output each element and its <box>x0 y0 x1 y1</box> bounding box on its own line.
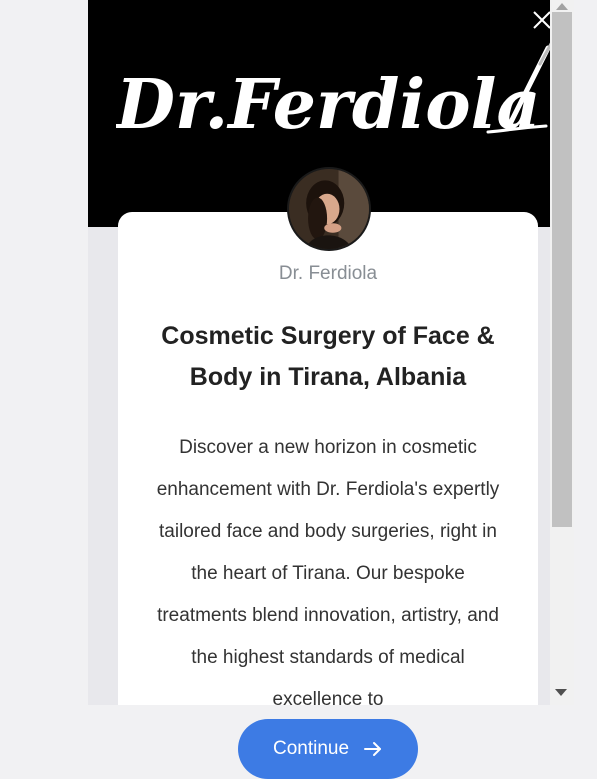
logo: Dr.Ferdiola <box>116 42 550 145</box>
svg-text:Dr.Ferdiola: Dr.Ferdiola <box>116 65 541 145</box>
arrow-right-icon <box>364 742 382 756</box>
doctor-name: Dr. Ferdiola <box>278 263 378 284</box>
continue-button[interactable]: Continue <box>238 719 418 779</box>
intro-card: Dr. Ferdiola Cosmetic Surgery of Face & … <box>118 212 538 752</box>
avatar <box>287 167 371 251</box>
continue-label: Continue <box>272 738 350 759</box>
scroll-down-arrow-icon[interactable] <box>550 684 574 702</box>
page-title: Cosmetic Surgery of Face & Body in Tiran… <box>161 322 495 391</box>
scrollbar-thumb[interactable] <box>552 12 572 527</box>
description-text: Discover a new horizon in cosmetic enhan… <box>156 437 500 710</box>
scrollbar[interactable] <box>550 0 574 705</box>
